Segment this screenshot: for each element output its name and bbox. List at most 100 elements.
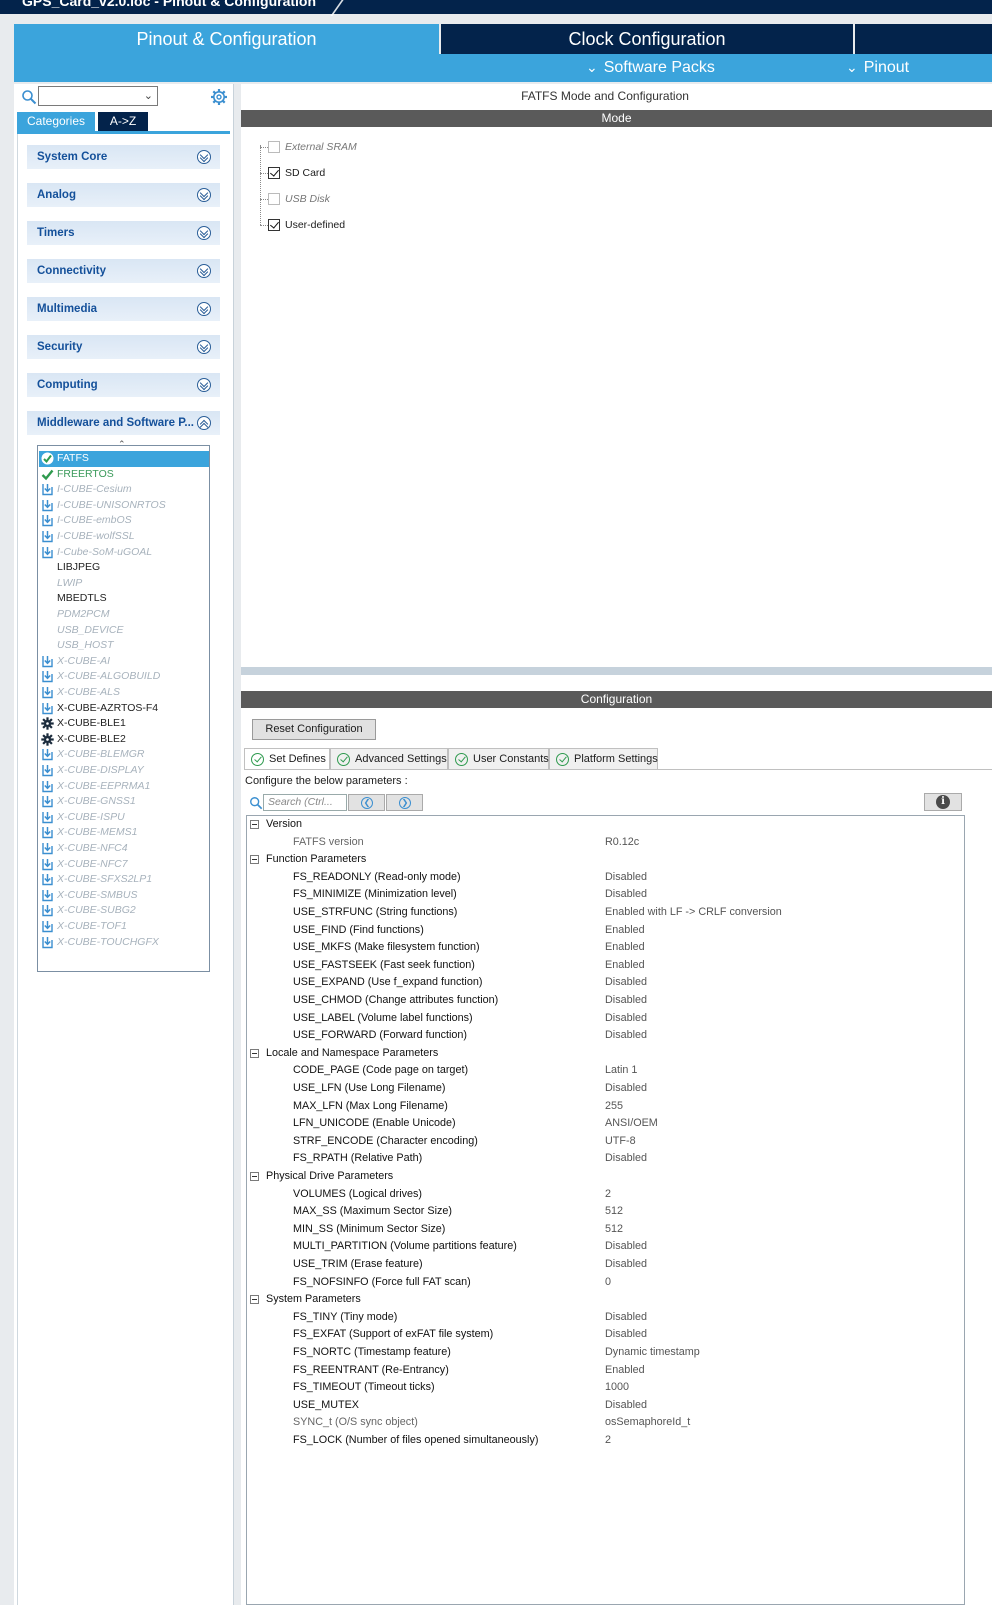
expand-icon[interactable]	[197, 340, 211, 354]
parameter-row[interactable]: SYNC_t (O/S sync object) osSemaphoreId_t	[247, 1414, 964, 1432]
middleware-item[interactable]: LWIP	[39, 576, 209, 592]
middleware-item[interactable]: X-CUBE-BLE1	[39, 716, 209, 732]
parameter-row[interactable]: MAX_LFN (Max Long Filename) 255	[247, 1098, 964, 1116]
parameter-value[interactable]: Enabled	[605, 939, 645, 957]
parameter-row[interactable]: MIN_SS (Minimum Sector Size) 512	[247, 1221, 964, 1239]
tab-set-defines[interactable]: Set Defines	[244, 748, 330, 770]
parameter-value[interactable]: Disabled	[605, 1150, 647, 1168]
parameter-row[interactable]: FATFS version R0.12c	[247, 834, 964, 852]
middleware-item[interactable]: FATFS	[39, 451, 209, 467]
middleware-item[interactable]: I-CUBE-embOS	[39, 513, 209, 529]
middleware-item[interactable]: X-CUBE-AI	[39, 654, 209, 670]
parameter-value[interactable]: Disabled	[605, 1080, 647, 1098]
collapse-icon[interactable]	[250, 1172, 259, 1181]
checkbox[interactable]	[268, 193, 280, 205]
reset-configuration-button[interactable]: Reset Configuration	[252, 719, 376, 740]
parameter-row[interactable]: FS_LOCK (Number of files opened simultan…	[247, 1432, 964, 1450]
chevron-down-icon[interactable]: ⌄	[144, 89, 153, 102]
collapse-icon[interactable]	[250, 820, 259, 829]
parameter-value[interactable]: 1000	[605, 1379, 629, 1397]
category-connectivity[interactable]: Connectivity	[27, 259, 220, 283]
middleware-item[interactable]: I-Cube-SoM-uGOAL	[39, 545, 209, 561]
parameter-value[interactable]: 512	[605, 1203, 623, 1221]
parameter-value[interactable]: 512	[605, 1221, 623, 1239]
parameter-row[interactable]: MAX_SS (Maximum Sector Size) 512	[247, 1203, 964, 1221]
parameter-value[interactable]: Disabled	[605, 886, 647, 904]
parameter-group[interactable]: Version	[247, 816, 964, 834]
parameter-value[interactable]: Disabled	[605, 992, 647, 1010]
middleware-item[interactable]: X-CUBE-SMBUS	[39, 888, 209, 904]
pinout-menu[interactable]: ⌄ Pinout	[846, 59, 909, 77]
expand-icon[interactable]	[197, 188, 211, 202]
search-next-button[interactable]: ❯	[386, 794, 423, 811]
parameter-value[interactable]: Disabled	[605, 1326, 647, 1344]
parameter-row[interactable]: USE_LFN (Use Long Filename) Disabled	[247, 1080, 964, 1098]
parameter-row[interactable]: USE_FASTSEEK (Fast seek function) Enabled	[247, 957, 964, 975]
parameter-row[interactable]: USE_CHMOD (Change attributes function) Di…	[247, 992, 964, 1010]
middleware-item[interactable]: X-CUBE-NFC7	[39, 857, 209, 873]
category-computing[interactable]: Computing	[27, 373, 220, 397]
middleware-item[interactable]: X-CUBE-BLEMGR	[39, 747, 209, 763]
info-button[interactable]: i	[924, 793, 962, 811]
parameter-row[interactable]: FS_EXFAT (Support of exFAT file system) D…	[247, 1326, 964, 1344]
parameter-value[interactable]: Enabled	[605, 1362, 645, 1380]
middleware-item[interactable]: I-CUBE-Cesium	[39, 482, 209, 498]
middleware-item[interactable]: I-CUBE-UNISONRTOS	[39, 498, 209, 514]
checkbox-checked[interactable]	[268, 219, 280, 231]
middleware-item[interactable]: FREERTOS	[39, 467, 209, 483]
parameter-row[interactable]: USE_TRIM (Erase feature) Disabled	[247, 1256, 964, 1274]
collapse-icon[interactable]	[197, 416, 211, 430]
category-middleware[interactable]: Middleware and Software P...	[27, 411, 220, 435]
parameter-value[interactable]: Disabled	[605, 1238, 647, 1256]
parameter-group[interactable]: System Parameters	[247, 1291, 964, 1309]
parameter-value[interactable]: R0.12c	[605, 834, 639, 852]
middleware-item[interactable]: X-CUBE-DISPLAY	[39, 763, 209, 779]
middleware-item[interactable]: X-CUBE-NFC4	[39, 841, 209, 857]
middleware-item[interactable]: X-CUBE-SFXS2LP1	[39, 872, 209, 888]
middleware-item[interactable]: X-CUBE-AZRTOS-F4	[39, 701, 209, 717]
parameter-value[interactable]: Enabled	[605, 957, 645, 975]
category-timers[interactable]: Timers	[27, 221, 220, 245]
middleware-item[interactable]: X-CUBE-ALS	[39, 685, 209, 701]
parameter-row[interactable]: LFN_UNICODE (Enable Unicode) ANSI/OEM	[247, 1115, 964, 1133]
parameter-row[interactable]: USE_FORWARD (Forward function) Disabled	[247, 1027, 964, 1045]
parameter-row[interactable]: STRF_ENCODE (Character encoding) UTF-8	[247, 1133, 964, 1151]
parameter-row[interactable]: FS_TIMEOUT (Timeout ticks) 1000	[247, 1379, 964, 1397]
middleware-item[interactable]: LIBJPEG	[39, 560, 209, 576]
expand-icon[interactable]	[197, 378, 211, 392]
parameter-value[interactable]: UTF-8	[605, 1133, 636, 1151]
parameter-value[interactable]: Disabled	[605, 1010, 647, 1028]
parameter-row[interactable]: USE_LABEL (Volume label functions) Disabl…	[247, 1010, 964, 1028]
parameter-row[interactable]: USE_MKFS (Make filesystem function) Enabl…	[247, 939, 964, 957]
search-icon[interactable]	[21, 89, 37, 105]
expand-icon[interactable]	[197, 150, 211, 164]
parameter-group[interactable]: Function Parameters	[247, 851, 964, 869]
parameter-row[interactable]: MULTI_PARTITION (Volume partitions featu…	[247, 1238, 964, 1256]
middleware-item[interactable]: PDM2PCM	[39, 607, 209, 623]
search-previous-button[interactable]: ❮	[348, 794, 385, 811]
middleware-item[interactable]: X-CUBE-ALGOBUILD	[39, 669, 209, 685]
parameter-value[interactable]: Disabled	[605, 1256, 647, 1274]
parameter-value[interactable]: Disabled	[605, 1309, 647, 1327]
gear-icon[interactable]	[210, 88, 228, 106]
categories-tab[interactable]: Categories	[17, 112, 95, 131]
parameter-row[interactable]: FS_RPATH (Relative Path) Disabled	[247, 1150, 964, 1168]
parameter-value[interactable]: Disabled	[605, 869, 647, 887]
category-multimedia[interactable]: Multimedia	[27, 297, 220, 321]
parameter-search-input[interactable]: Search (Ctrl...	[263, 794, 347, 811]
parameter-row[interactable]: FS_NORTC (Timestamp feature) Dynamic time…	[247, 1344, 964, 1362]
collapse-icon[interactable]	[250, 1295, 259, 1305]
expand-icon[interactable]	[197, 226, 211, 240]
tab-platform-settings[interactable]: Platform Settings	[549, 748, 658, 769]
expand-icon[interactable]	[197, 302, 211, 316]
parameter-row[interactable]: USE_EXPAND (Use f_expand function) Disabl…	[247, 974, 964, 992]
collapse-icon[interactable]	[250, 855, 259, 865]
scroll-up-icon[interactable]: ⌃	[118, 439, 126, 450]
parameter-row[interactable]: USE_MUTEX Disabled	[247, 1397, 964, 1415]
checkbox[interactable]	[268, 141, 280, 153]
panel-splitter[interactable]	[241, 667, 992, 675]
checkbox-checked[interactable]	[268, 167, 280, 179]
parameter-value[interactable]: 2	[605, 1432, 611, 1450]
middleware-item[interactable]: I-CUBE-wolfSSL	[39, 529, 209, 545]
parameter-row[interactable]: FS_NOFSINFO (Force full FAT scan) 0	[247, 1274, 964, 1292]
